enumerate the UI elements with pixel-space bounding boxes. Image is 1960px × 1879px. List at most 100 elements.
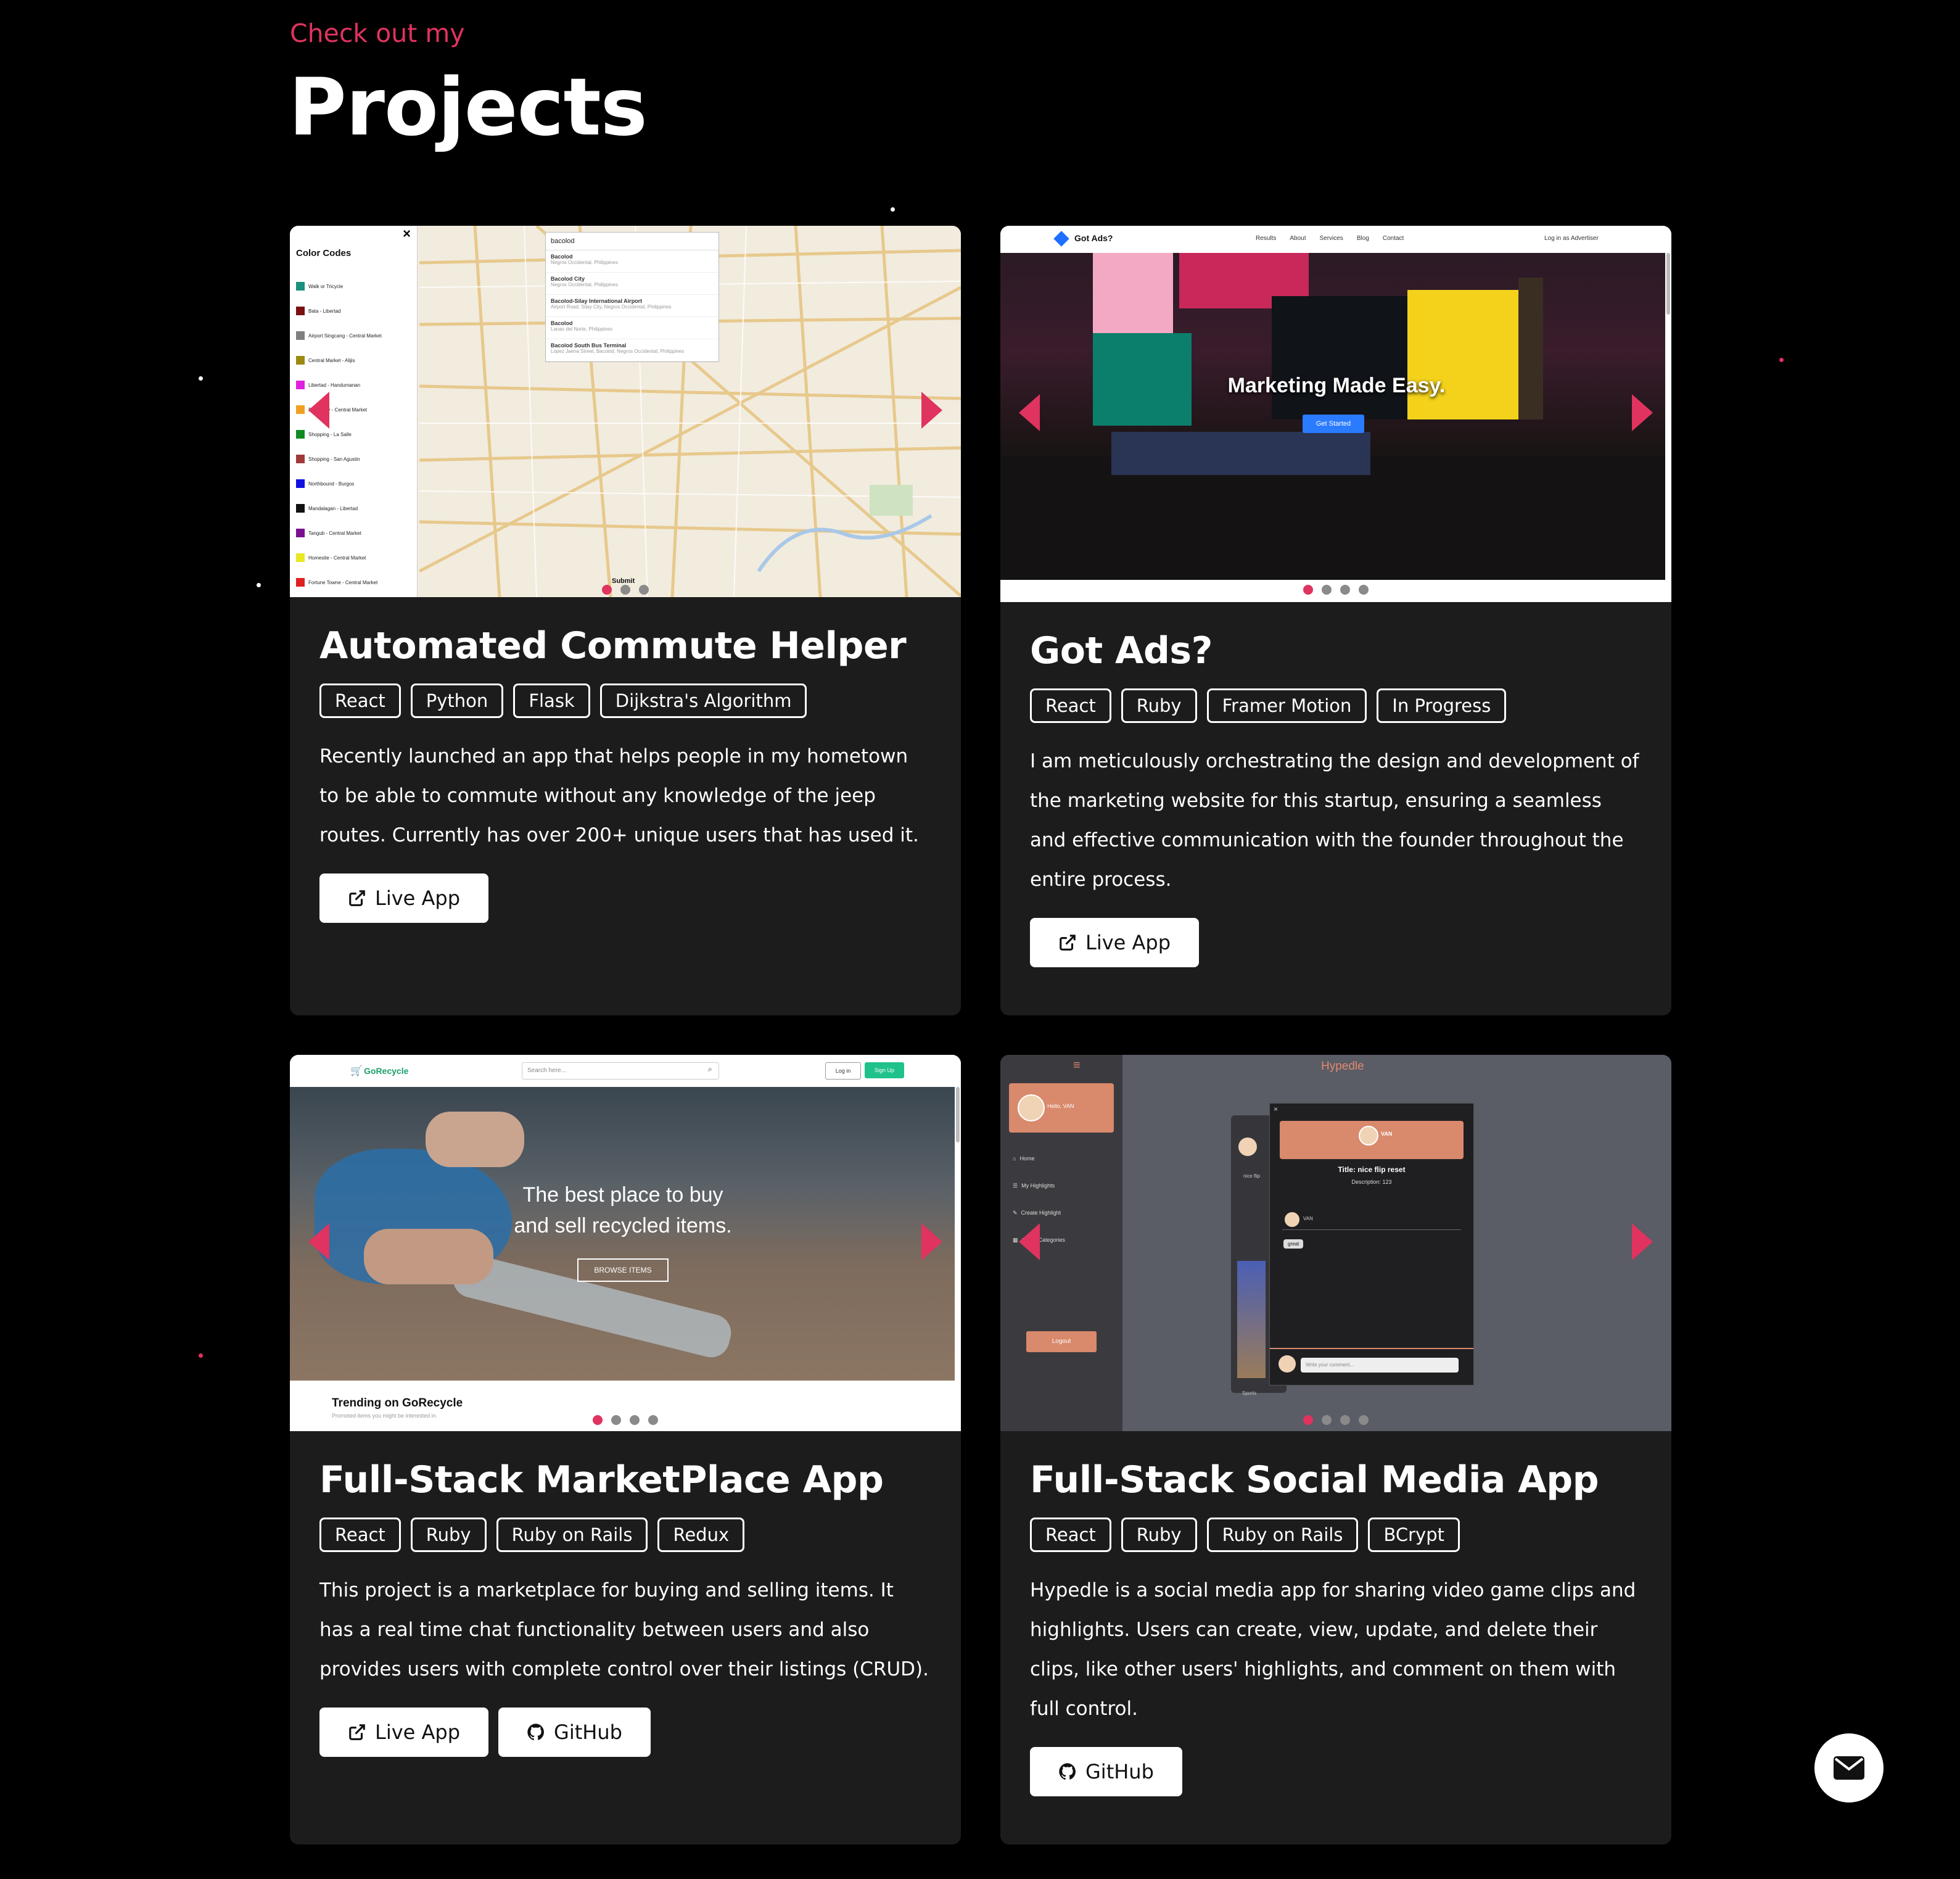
map-submit-button[interactable]: Submit bbox=[612, 577, 635, 585]
site-nav-link[interactable]: Blog bbox=[1357, 235, 1369, 242]
suggestion-item[interactable]: Bacolod-Silay International Airport Airpo… bbox=[546, 295, 719, 317]
hero-headline-line2: and sell recycled items. bbox=[514, 1214, 732, 1237]
hamburger-menu-icon[interactable]: ≡ bbox=[1073, 1059, 1081, 1073]
project-title: Full-Stack MarketPlace App bbox=[319, 1458, 884, 1501]
tech-tag: Ruby bbox=[410, 1518, 487, 1552]
greeting-text: Hello, VAN bbox=[1047, 1103, 1074, 1109]
scrollbar[interactable] bbox=[956, 1087, 960, 1142]
live-app-button[interactable]: Live App bbox=[1030, 918, 1200, 967]
contact-mail-button[interactable] bbox=[1814, 1733, 1884, 1803]
page-title: Projects bbox=[289, 62, 648, 154]
search-icon: ⌕ bbox=[708, 1065, 712, 1073]
map-search-input[interactable]: bacolod bbox=[546, 233, 719, 250]
carousel-dots bbox=[1000, 585, 1671, 595]
carousel-next-arrow[interactable] bbox=[1632, 394, 1653, 431]
site-nav-link[interactable]: About bbox=[1290, 235, 1306, 242]
suggestion-detail: Lopez Jaena Street, Bacolod, Negros Occi… bbox=[551, 349, 685, 354]
scrollbar[interactable] bbox=[1666, 253, 1670, 315]
avatar bbox=[1018, 1094, 1045, 1121]
legend-swatch bbox=[296, 529, 305, 537]
get-started-button[interactable]: Get Started bbox=[1303, 415, 1364, 433]
site-search-input[interactable]: Search here... bbox=[522, 1062, 719, 1080]
suggestion-item[interactable]: Bacolod South Bus Terminal Lopez Jaena St… bbox=[546, 339, 719, 361]
comment-input[interactable]: Write your comment... bbox=[1301, 1358, 1459, 1373]
legend-item: Bata - Libertad bbox=[296, 299, 382, 323]
site-navbar: Got Ads? Results About Services Blog Contact… bbox=[1000, 226, 1671, 253]
carousel-prev-arrow[interactable] bbox=[1019, 394, 1040, 431]
external-link-icon bbox=[349, 890, 365, 906]
carousel-dot[interactable] bbox=[611, 1415, 621, 1425]
login-button[interactable]: Log in bbox=[825, 1062, 861, 1080]
carousel-next-arrow[interactable] bbox=[921, 392, 942, 429]
legend-item: Shopping - San Agustin bbox=[296, 447, 382, 471]
advertiser-login-link[interactable]: Log in as Advertiser bbox=[1544, 235, 1599, 242]
suggestion-name: Bacolod City bbox=[551, 276, 585, 282]
carousel-dot[interactable] bbox=[593, 1415, 603, 1425]
tech-tag: React bbox=[1030, 1518, 1111, 1552]
project-title: Full-Stack Social Media App bbox=[1030, 1458, 1599, 1501]
site-nav-link[interactable]: Contact bbox=[1383, 235, 1404, 242]
github-button[interactable]: GitHub bbox=[498, 1708, 651, 1757]
legend-swatch bbox=[296, 504, 305, 513]
carousel-dot[interactable] bbox=[1359, 585, 1369, 595]
brand-logo-icon bbox=[1053, 231, 1069, 247]
carousel-dot[interactable] bbox=[648, 1415, 658, 1425]
tech-tag: Ruby bbox=[1121, 1518, 1197, 1552]
carousel-dot[interactable] bbox=[620, 585, 630, 595]
project-card: 🛒 GoRecycle Search here... ⌕ Log in Sign… bbox=[290, 1055, 961, 1844]
user-greeting-card: Hello, VAN bbox=[1009, 1083, 1114, 1133]
site-nav-link[interactable]: Results bbox=[1256, 235, 1276, 242]
carousel-dot[interactable] bbox=[1322, 1415, 1332, 1425]
trending-heading: Trending on GoRecycle bbox=[332, 1397, 463, 1410]
live-app-button[interactable]: Live App bbox=[319, 873, 489, 923]
tech-tag: Redux bbox=[657, 1518, 745, 1552]
browse-items-button[interactable]: BROWSE ITEMS bbox=[577, 1258, 669, 1282]
app-title: Hypedle bbox=[1321, 1060, 1364, 1073]
suggestion-item[interactable]: Bacolod Negros Occidental, Philippines bbox=[546, 250, 719, 273]
comment-divider bbox=[1270, 1348, 1473, 1349]
carousel-prev-arrow[interactable] bbox=[308, 392, 329, 429]
carousel-dot[interactable] bbox=[1359, 1415, 1369, 1425]
github-button[interactable]: GitHub bbox=[1030, 1747, 1182, 1796]
site-navbar: 🛒 GoRecycle Search here... ⌕ Log in Sign… bbox=[290, 1055, 961, 1087]
carousel-dot[interactable] bbox=[1303, 585, 1313, 595]
carousel-dot[interactable] bbox=[639, 585, 649, 595]
carousel-prev-arrow[interactable] bbox=[1019, 1223, 1040, 1260]
legend-swatch bbox=[296, 455, 305, 463]
carousel-dot[interactable] bbox=[1340, 585, 1350, 595]
tech-tags: React Ruby Framer Motion In Progress bbox=[1030, 688, 1642, 723]
legend-label: Shopping - San Agustin bbox=[308, 456, 360, 462]
carousel-next-arrow[interactable] bbox=[921, 1223, 942, 1260]
signup-button[interactable]: Sign Up bbox=[865, 1062, 904, 1078]
sidebar-menu-item[interactable]: ✎ Create Highlight bbox=[1013, 1199, 1065, 1226]
sidebar-menu-item[interactable]: ☰ My Highlights bbox=[1013, 1172, 1065, 1199]
star-dot bbox=[1779, 358, 1784, 362]
suggestion-item[interactable]: Bacolod City Negros Occidental, Philippin… bbox=[546, 273, 719, 295]
menu-item-icon: ⌂ bbox=[1013, 1155, 1016, 1162]
legend-label: Bata - Libertad bbox=[308, 308, 341, 314]
carousel-dot[interactable] bbox=[1322, 585, 1332, 595]
legend-close-icon[interactable]: × bbox=[403, 226, 411, 242]
carousel-prev-arrow[interactable] bbox=[308, 1223, 329, 1260]
logout-button[interactable]: Logout bbox=[1026, 1331, 1097, 1352]
legend-item: Homesite - Central Market bbox=[296, 545, 382, 570]
star-dot bbox=[257, 583, 261, 587]
suggestion-item[interactable]: Bacolod Lanao del Norte, Philippines bbox=[546, 317, 719, 339]
comment-divider bbox=[1282, 1229, 1461, 1230]
carousel-dot[interactable] bbox=[630, 1415, 640, 1425]
star-dot bbox=[199, 1353, 203, 1358]
carousel-dot[interactable] bbox=[1303, 1415, 1313, 1425]
site-nav-link[interactable]: Services bbox=[1320, 235, 1343, 242]
live-app-button[interactable]: Live App bbox=[319, 1708, 489, 1757]
carousel-next-arrow[interactable] bbox=[1632, 1223, 1653, 1260]
sidebar-menu-item[interactable]: ⌂ Home bbox=[1013, 1145, 1065, 1172]
carousel-dot[interactable] bbox=[1340, 1415, 1350, 1425]
carousel-dots bbox=[1000, 1415, 1671, 1425]
carousel-dot[interactable] bbox=[602, 585, 612, 595]
hero-headline-line1: The best place to buy bbox=[522, 1183, 723, 1207]
avatar bbox=[1359, 1126, 1378, 1146]
legend-item: Walk or Tricycle bbox=[296, 274, 382, 299]
tech-tags: React Ruby Ruby on Rails Redux bbox=[319, 1518, 931, 1552]
github-icon bbox=[527, 1724, 544, 1741]
close-icon[interactable]: × bbox=[1274, 1105, 1278, 1113]
